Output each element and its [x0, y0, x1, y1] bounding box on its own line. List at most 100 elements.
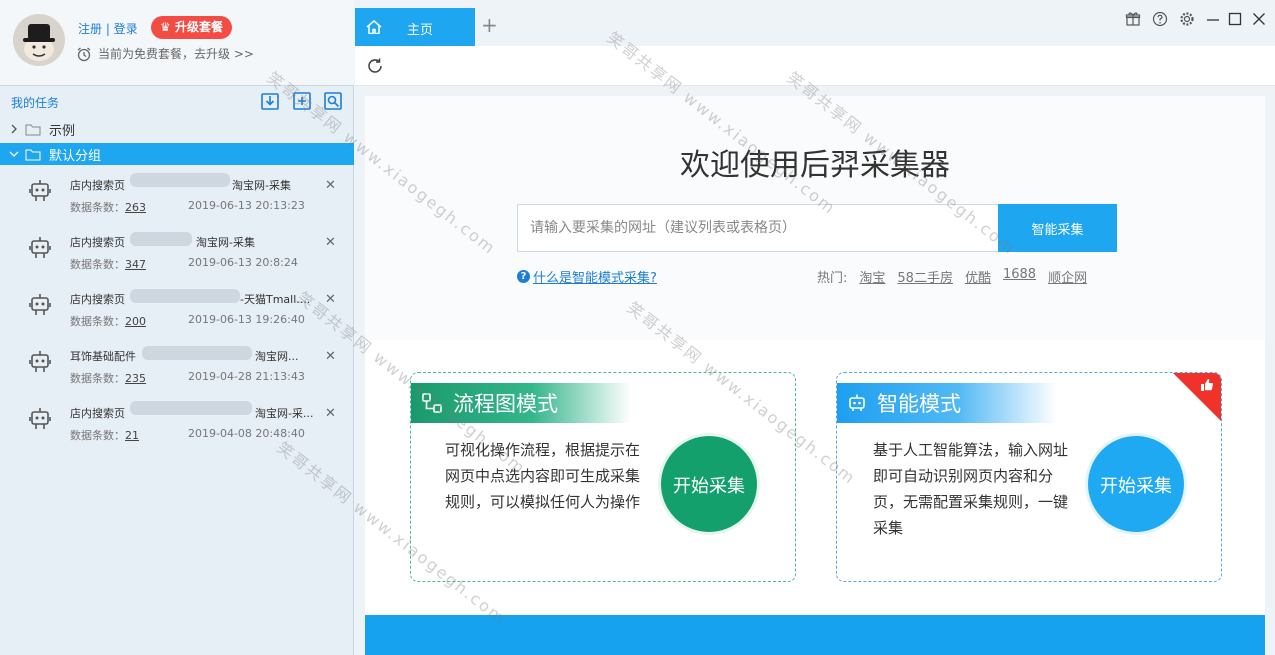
close-icon[interactable]: ✕ [325, 235, 336, 250]
refresh-icon[interactable] [366, 57, 384, 75]
task-item[interactable]: 店内搜索页 淘宝网-采集 数据条数：347 2019-06-13 20:8:24… [0, 223, 354, 280]
plan-status-text: 当前为免费套餐，去升级 >> [98, 47, 254, 61]
maximize-icon[interactable] [1227, 11, 1243, 27]
hot-sites: 热门: 淘宝 58二手房 优酷 1688 顺企网 [817, 267, 1087, 286]
blurred-region [130, 232, 192, 246]
task-name-suffix: -天猫Tmall.... [240, 293, 311, 306]
new-task-icon[interactable] [292, 91, 312, 111]
page-title: 欢迎使用后羿采集器 [680, 148, 950, 183]
task-name-prefix: 耳饰基础配件 [70, 350, 136, 363]
task-time: 2019-04-08 20:48:40 [188, 427, 305, 440]
close-icon[interactable]: ✕ [325, 292, 336, 307]
task-name-suffix: 淘宝网... [255, 350, 299, 363]
avatar[interactable] [13, 14, 65, 66]
task-item[interactable]: 店内搜索页 -天猫Tmall.... 数据条数：200 2019-06-13 1… [0, 280, 354, 337]
task-time: 2019-06-13 20:13:23 [188, 199, 305, 212]
task-time: 2019-06-13 20:8:24 [188, 256, 298, 269]
task-name-suffix: 淘宝网-采集 [232, 179, 291, 192]
flowchart-mode-header: 流程图模式 [411, 383, 631, 423]
blurred-region [142, 346, 252, 360]
tab-bar: 主页 + [355, 0, 1275, 46]
tasks-header: 我的任务 [0, 90, 354, 114]
flowchart-start-button[interactable]: 开始采集 [658, 433, 760, 535]
gear-icon[interactable] [1179, 11, 1195, 27]
folder-default-group[interactable]: 默认分组 [0, 143, 354, 165]
flowchart-mode-title: 流程图模式 [453, 392, 558, 416]
folder-icon [25, 149, 41, 160]
hot-site-link[interactable]: 58二手房 [897, 267, 953, 286]
folder-icon [25, 124, 41, 135]
alarm-clock-icon [77, 46, 91, 61]
upgrade-plan-label: 升级套餐 [174, 20, 223, 34]
hot-label: 热门: [817, 271, 848, 286]
task-name-suffix: 淘宝网-采... [255, 407, 314, 420]
task-item[interactable]: 店内搜索页 淘宝网-采... 数据条数：21 2019-04-08 20:48:… [0, 394, 354, 451]
flowchart-mode-card[interactable]: 流程图模式 可视化操作流程，根据提示在网页中点选内容即可生成采集规则，可以模拟任… [410, 372, 796, 582]
tab-home-label: 主页 [407, 23, 434, 38]
robot-icon [29, 237, 51, 258]
robot-icon [29, 294, 51, 315]
url-input[interactable] [517, 204, 999, 252]
blurred-region [130, 401, 252, 415]
blurred-region [130, 173, 230, 187]
flowchart-icon [422, 393, 442, 413]
help-icon[interactable] [1152, 11, 1168, 27]
help-link-text: 什么是智能模式采集? [533, 271, 657, 286]
smart-collect-button[interactable]: 智能采集 [998, 204, 1117, 252]
smart-mode-desc: 基于人工智能算法，输入网址即可自动识别网页内容和分页，无需配置采集规则，一键采集 [873, 441, 1069, 537]
task-count: 数据条数：200 [70, 315, 146, 328]
task-count: 数据条数：263 [70, 201, 146, 214]
minimize-icon[interactable] [1205, 11, 1221, 27]
home-icon [366, 20, 382, 34]
search-task-icon[interactable] [323, 91, 343, 111]
robot-icon [29, 180, 51, 201]
hot-site-link[interactable]: 优酷 [965, 267, 991, 286]
task-time: 2019-04-28 21:13:43 [188, 370, 305, 383]
task-count: 数据条数：235 [70, 372, 146, 385]
plan-status[interactable]: 当前为免费套餐，去升级 >> [76, 45, 254, 62]
robot-icon [849, 394, 865, 411]
hot-site-link[interactable]: 1688 [1003, 267, 1036, 286]
task-name-prefix: 店内搜索页 [70, 407, 125, 420]
my-tasks-title: 我的任务 [11, 96, 60, 110]
upgrade-plan-button[interactable]: ♛ 升级套餐 [151, 16, 232, 39]
smart-mode-card[interactable]: 智能模式 基于人工智能算法，输入网址即可自动识别网页内容和分页，无需配置采集规则… [836, 372, 1222, 582]
robot-icon [29, 351, 51, 372]
close-icon[interactable]: ✕ [325, 406, 336, 421]
hero-section: 欢迎使用后羿采集器 智能采集 ? 什么是智能模式采集? 热门: 淘宝 58二手房… [365, 96, 1265, 340]
sidebar: 注册 | 登录 ♛ 升级套餐 当前为免费套餐，去升级 >> 我的任务 示例 默认… [0, 0, 354, 655]
crown-icon: ♛ [160, 20, 171, 34]
task-item[interactable]: 店内搜索页 淘宝网-采集 数据条数：263 2019-06-13 20:13:2… [0, 166, 354, 223]
promo-banner[interactable] [365, 615, 1265, 655]
register-login-link[interactable]: 注册 | 登录 [78, 20, 138, 37]
smart-mode-header: 智能模式 [837, 383, 1057, 423]
task-name-suffix: 淘宝网-采集 [196, 236, 255, 249]
thumbs-up-icon [1201, 379, 1214, 391]
smart-mode-title: 智能模式 [877, 392, 961, 416]
smart-start-button[interactable]: 开始采集 [1085, 433, 1187, 535]
hot-site-link[interactable]: 顺企网 [1048, 267, 1087, 286]
task-name-prefix: 店内搜索页 [70, 236, 125, 249]
home-content: 欢迎使用后羿采集器 智能采集 ? 什么是智能模式采集? 热门: 淘宝 58二手房… [365, 96, 1265, 655]
tab-home[interactable]: 主页 [355, 8, 475, 46]
close-icon[interactable]: ✕ [325, 349, 336, 364]
close-icon[interactable]: ✕ [325, 178, 336, 193]
hot-site-link[interactable]: 淘宝 [859, 267, 885, 286]
import-task-icon[interactable] [260, 91, 280, 111]
folder-label: 示例 [49, 123, 76, 139]
close-window-icon[interactable] [1251, 11, 1267, 27]
task-name-prefix: 店内搜索页 [70, 179, 125, 192]
smart-mode-help-link[interactable]: ? 什么是智能模式采集? [517, 267, 657, 286]
robot-icon [29, 408, 51, 429]
flowchart-mode-desc: 可视化操作流程，根据提示在网页中点选内容即可生成采集规则，可以模拟任何人为操作 [445, 441, 641, 511]
chevron-down-icon [9, 151, 19, 157]
gift-icon[interactable] [1125, 11, 1141, 27]
chevron-right-icon [11, 124, 17, 134]
profile-panel: 注册 | 登录 ♛ 升级套餐 当前为免费套餐，去升级 >> [0, 0, 354, 86]
blurred-region [130, 289, 240, 303]
task-item[interactable]: 耳饰基础配件 淘宝网... 数据条数：235 2019-04-28 21:13:… [0, 337, 354, 394]
folder-examples[interactable]: 示例 [0, 118, 354, 140]
recommended-corner [1172, 373, 1221, 422]
new-tab-button[interactable]: + [481, 13, 498, 37]
task-time: 2019-06-13 19:26:40 [188, 313, 305, 326]
